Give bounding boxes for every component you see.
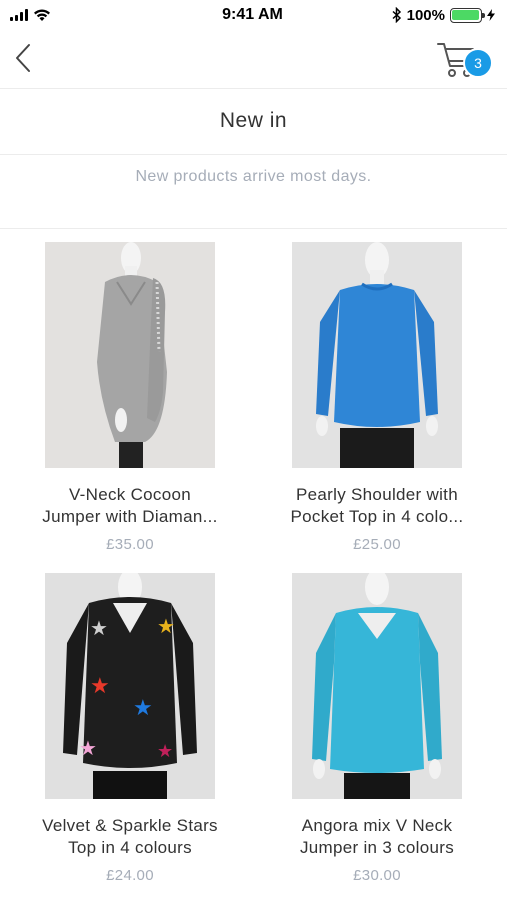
product-image[interactable] <box>292 242 462 468</box>
product-price: £35.00 <box>106 536 154 553</box>
product-name[interactable]: Pearly Shoulder with <box>257 484 497 506</box>
status-bar: 9:41 AM 100% <box>0 0 507 30</box>
charging-icon <box>486 9 495 21</box>
product-price: £25.00 <box>353 536 401 553</box>
battery-icon <box>449 7 485 23</box>
status-right: 100% <box>355 7 495 24</box>
product-price: £24.00 <box>106 867 154 884</box>
product-image[interactable] <box>45 242 215 468</box>
back-button[interactable] <box>8 40 38 76</box>
product-name[interactable]: Top in 4 colours <box>10 837 250 859</box>
product-name[interactable]: Velvet & Sparkle Stars <box>10 815 250 837</box>
product-card[interactable]: ★ ★ ★ ★ ★ ★ Velvet & Sparkle Stars Top i… <box>10 573 250 888</box>
svg-text:★: ★ <box>157 614 175 638</box>
status-time: 9:41 AM <box>222 6 283 23</box>
product-image[interactable] <box>292 573 462 799</box>
battery-percent: 100% <box>406 6 445 24</box>
nav-bar: 3 <box>0 30 507 88</box>
product-card[interactable]: Pearly Shoulder with Pocket Top in 4 col… <box>257 242 497 557</box>
svg-text:★: ★ <box>90 674 110 699</box>
product-image[interactable]: ★ ★ ★ ★ ★ ★ <box>45 573 215 799</box>
product-card[interactable]: Angora mix V Neck Jumper in 3 colours £3… <box>257 573 497 888</box>
product-name[interactable]: Pocket Top in 4 colo... <box>257 506 497 528</box>
black-star-top-image: ★ ★ ★ ★ ★ ★ <box>45 573 215 799</box>
turquoise-jumper-image <box>292 573 462 799</box>
cart-count-badge: 3 <box>463 48 493 78</box>
svg-text:★: ★ <box>157 741 173 762</box>
chevron-left-icon <box>16 44 30 72</box>
wifi-icon <box>34 9 50 21</box>
cart-button[interactable]: 3 <box>437 38 493 82</box>
product-name[interactable]: Jumper in 3 colours <box>257 837 497 859</box>
page-subtitle: New products arrive most days. <box>135 168 372 185</box>
svg-text:★: ★ <box>133 696 153 721</box>
product-price: £30.00 <box>353 867 401 884</box>
product-name[interactable]: Jumper with Diaman... <box>10 506 250 528</box>
grey-jumper-image <box>45 242 215 468</box>
blue-top-image <box>292 242 462 468</box>
status-left <box>10 8 150 22</box>
divider <box>0 228 507 229</box>
signal-icon <box>10 9 28 21</box>
svg-text:★: ★ <box>90 616 108 640</box>
product-card[interactable]: V-Neck Cocoon Jumper with Diaman... £35.… <box>10 242 250 557</box>
page-title: New in <box>219 109 288 132</box>
product-name[interactable]: Angora mix V Neck <box>257 815 497 837</box>
bluetooth-icon <box>392 7 401 23</box>
product-name[interactable]: V-Neck Cocoon <box>10 484 250 506</box>
svg-text:★: ★ <box>79 736 97 760</box>
